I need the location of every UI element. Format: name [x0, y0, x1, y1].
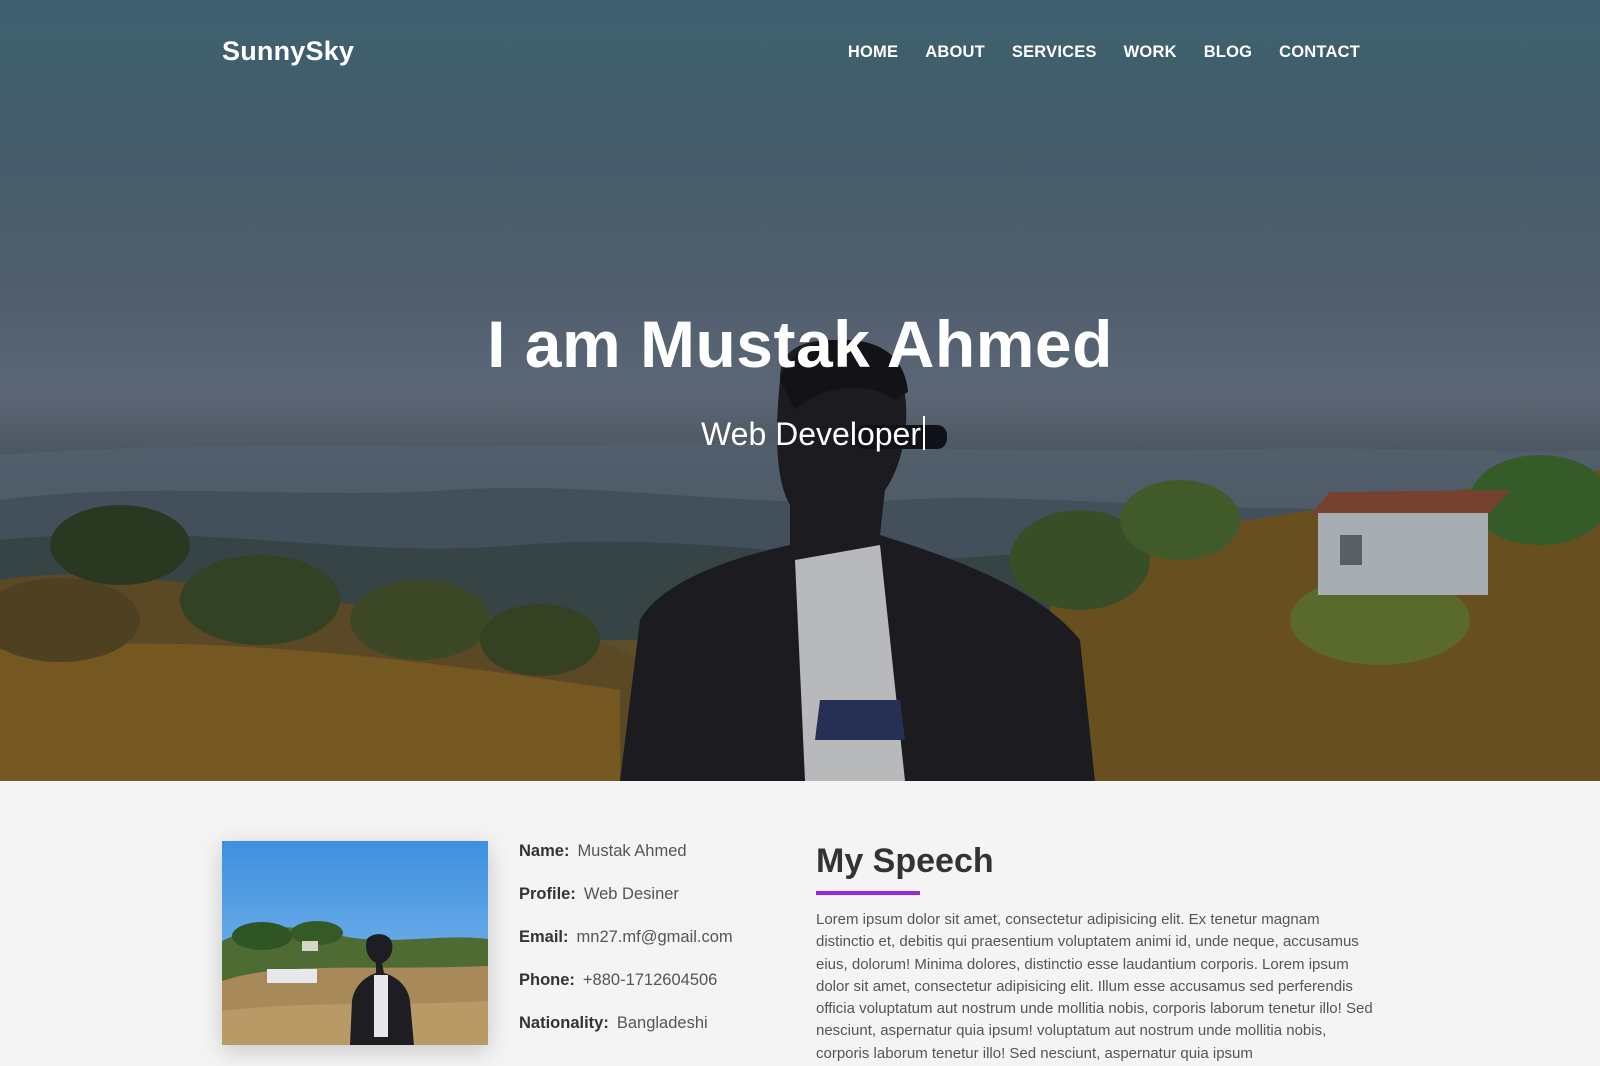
hero-overlay [0, 0, 1600, 781]
nav-item-blog[interactable]: BLOG [1204, 43, 1252, 62]
info-row-nationality: Nationality: Bangladeshi [519, 1014, 708, 1032]
site-logo[interactable]: SunnySky [222, 36, 354, 67]
nav-item-contact[interactable]: CONTACT [1279, 43, 1360, 62]
typing-caret [922, 416, 925, 450]
info-value: Bangladeshi [616, 1014, 708, 1032]
info-row-phone: Phone: +880-1712604506 [519, 971, 718, 989]
nav-item-services[interactable]: SERVICES [1012, 43, 1097, 62]
hero-subtitle: Web Developer [701, 416, 921, 452]
info-row-email: Email: mn27.mf@gmail.com [519, 928, 733, 946]
speech-heading-underline [816, 891, 920, 895]
info-row-name: Name: Mustak Ahmed [519, 842, 687, 860]
info-value[interactable]: +880-1712604506 [583, 971, 717, 989]
nav-item-work[interactable]: WORK [1124, 43, 1177, 62]
speech-heading: My Speech [816, 842, 994, 880]
hero-section: SunnySky HOME ABOUT SERVICES WORK BLOG C… [0, 0, 1600, 781]
profile-info-list: Name: Mustak Ahmed Profile: Web Desiner Em… [519, 842, 799, 1057]
profile-photo [222, 841, 488, 1045]
hero-title: I am Mustak Ahmed [487, 307, 1113, 381]
info-row-profile: Profile: Web Desiner [519, 885, 679, 903]
info-value: Web Desiner [583, 885, 679, 903]
info-value: Mustak Ahmed [577, 842, 687, 860]
hero-subtitle-wrap: Web Developer [0, 416, 1600, 453]
nav-item-home[interactable]: HOME [848, 43, 898, 62]
profile-photo-image [222, 841, 488, 1045]
main-nav: HOME ABOUT SERVICES WORK BLOG CONTACT [848, 43, 1360, 62]
speech-paragraph: Lorem ipsum dolor sit amet, consectetur … [816, 911, 1373, 1062]
nav-item-about[interactable]: ABOUT [925, 43, 985, 62]
info-value[interactable]: mn27.mf@gmail.com [577, 928, 733, 946]
